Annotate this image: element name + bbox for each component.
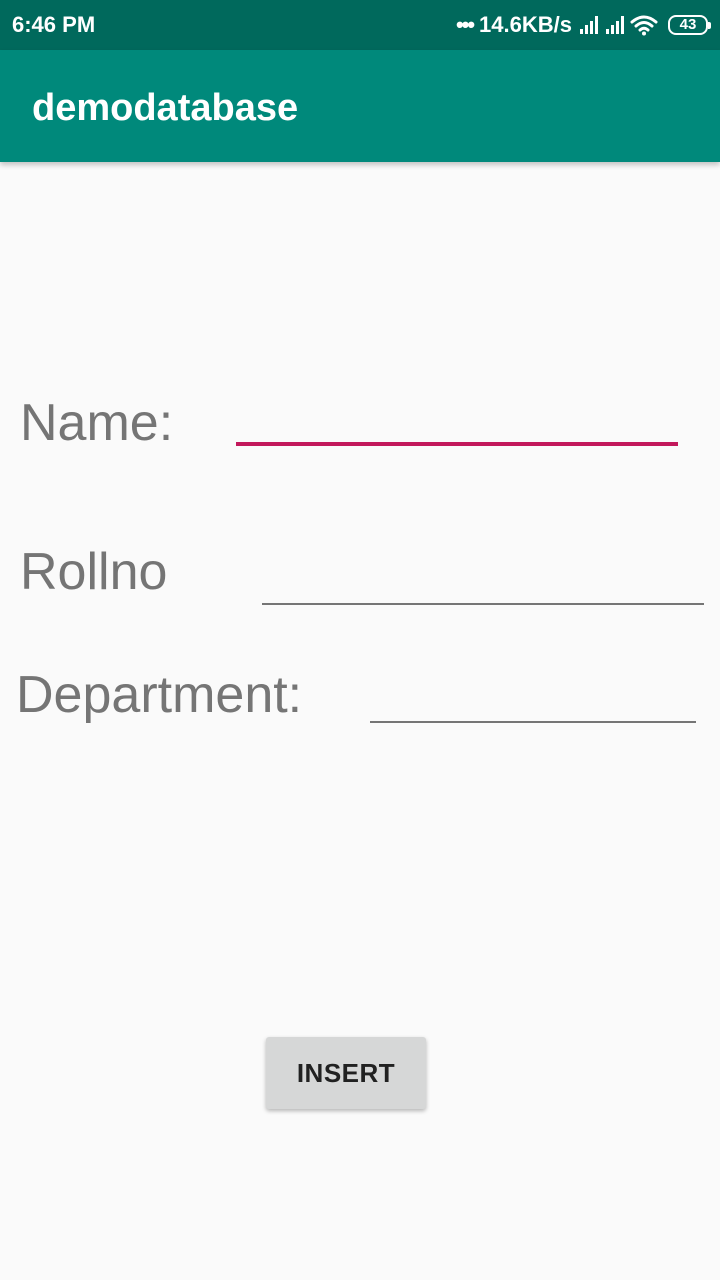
network-speed: 14.6KB/s	[479, 12, 572, 37]
status-bar: 6:46 PM ••• 14.6KB/s 43	[0, 0, 720, 50]
name-label: Name:	[20, 394, 174, 452]
status-time: 6:46 PM	[12, 12, 96, 37]
app-title: demodatabase	[32, 87, 299, 129]
signal-icon	[580, 16, 598, 34]
department-label: Department:	[16, 666, 303, 724]
app-bar: demodatabase	[0, 50, 720, 162]
insert-button[interactable]: INSERT	[266, 1037, 426, 1109]
rollno-input[interactable]	[262, 553, 704, 605]
notification-dots: •••	[455, 12, 475, 37]
battery-icon: 43	[668, 15, 711, 35]
wifi-icon	[630, 15, 658, 36]
rollno-label: Rollno	[20, 543, 168, 601]
battery-level: 43	[679, 16, 697, 33]
name-input[interactable]	[236, 394, 678, 446]
department-input[interactable]	[370, 671, 696, 723]
signal-icon	[606, 16, 624, 34]
status-icons: ••• 14.6KB/s 43	[455, 11, 711, 39]
